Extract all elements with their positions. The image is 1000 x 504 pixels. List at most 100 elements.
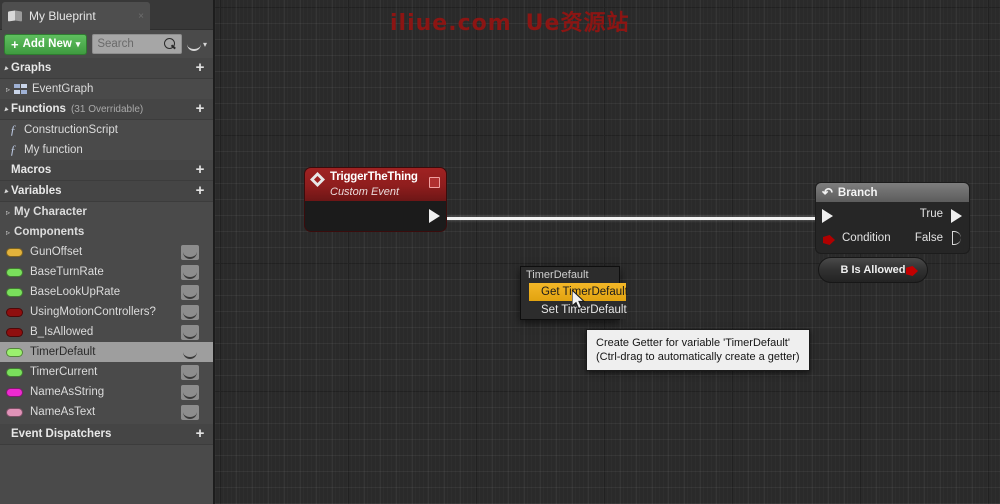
tree-item-constructionscript[interactable]: ƒ ConstructionScript (0, 120, 213, 140)
variable-row[interactable]: BaseLookUpRate (0, 282, 213, 302)
node-body: Condition True False (815, 202, 970, 254)
variable-row[interactable]: NameAsString (0, 382, 213, 402)
tree-item-label: My function (24, 144, 83, 156)
add-new-label: Add New (23, 38, 72, 50)
node-trigger-the-thing[interactable]: TriggerTheThing Custom Event (304, 167, 447, 232)
node-branch[interactable]: ↶ Branch Condition True False (815, 182, 970, 254)
variable-visibility-toggle[interactable] (181, 345, 199, 360)
bool-out-pin[interactable] (906, 266, 918, 276)
variable-visibility-toggle[interactable] (181, 365, 199, 380)
visibility-filter-button[interactable]: ▾ (187, 40, 209, 49)
tree-item-components[interactable]: ▹ Components (0, 222, 213, 242)
variable-visibility-toggle[interactable] (181, 305, 199, 320)
chevron-down-icon: ▾ (76, 39, 81, 50)
node-b-is-allowed-getter[interactable]: B Is Allowed (818, 257, 928, 283)
true-label: True (920, 208, 943, 220)
section-label: Graphs (11, 62, 51, 74)
expander-icon: ▾ (1, 104, 10, 113)
watermark: iliue.comUe资源站 (390, 5, 629, 37)
eye-closed-icon (183, 288, 197, 297)
plus-icon: + (11, 38, 19, 51)
expander-icon: ▾ (1, 186, 10, 195)
tree-item-eventgraph[interactable]: ▹ EventGraph (0, 79, 213, 99)
tree-item-my-function[interactable]: ƒ My function (0, 140, 213, 160)
eye-closed-icon (187, 40, 201, 49)
variable-name: GunOffset (30, 246, 82, 258)
blueprint-editor-window: iliue.comUe资源站 TriggerTheThing Custom Ev… (0, 0, 1000, 504)
section-sublabel: (31 Overridable) (71, 104, 143, 115)
add-new-button[interactable]: + Add New ▾ (4, 34, 87, 55)
exec-in-pin[interactable] (822, 209, 833, 223)
condition-pin[interactable] (823, 235, 835, 245)
true-exec-pin[interactable] (951, 209, 962, 223)
close-icon[interactable]: × (138, 11, 144, 22)
blueprint-book-icon (8, 10, 23, 22)
variable-row[interactable]: NameAsText (0, 402, 213, 422)
variable-row[interactable]: GunOffset (0, 242, 213, 262)
variable-type-pill (6, 348, 23, 357)
tooltip-line-1: Create Getter for variable 'TimerDefault… (596, 336, 800, 350)
mouse-cursor-icon (572, 290, 588, 312)
section-event-dispatchers[interactable]: Event Dispatchers + (0, 424, 213, 445)
variable-row[interactable]: TimerDefault (0, 342, 213, 362)
eye-closed-icon (183, 348, 197, 357)
variable-row[interactable]: UsingMotionControllers? (0, 302, 213, 322)
eye-closed-icon (183, 248, 197, 257)
function-icon: ƒ (6, 142, 20, 158)
variable-visibility-toggle[interactable] (181, 405, 199, 420)
expander-icon[interactable]: ▹ (6, 228, 10, 237)
expander-icon[interactable]: ▹ (6, 208, 10, 217)
add-function-button[interactable]: + (193, 102, 207, 116)
exec-wire (447, 217, 822, 220)
section-graphs[interactable]: ▾ Graphs + (0, 58, 213, 79)
node-title: TriggerTheThing (330, 171, 418, 184)
variable-type-pill (6, 388, 23, 397)
section-label: Macros (11, 164, 51, 176)
variable-visibility-toggle[interactable] (181, 285, 199, 300)
variable-type-pill (6, 288, 23, 297)
variable-visibility-toggle[interactable] (181, 325, 199, 340)
false-label: False (915, 232, 943, 244)
tree-item-label: Components (14, 226, 84, 238)
add-event-dispatcher-button[interactable]: + (193, 427, 207, 441)
add-graph-button[interactable]: + (193, 61, 207, 75)
eye-closed-icon (183, 368, 197, 377)
tree-item-label: EventGraph (32, 83, 93, 95)
blueprint-tree: ▾ Graphs + ▹ EventGraph ▾ Functions (31 … (0, 58, 213, 504)
exec-out-pin[interactable] (429, 209, 440, 223)
variable-name: UsingMotionControllers? (30, 306, 156, 318)
node-title: Branch (838, 187, 878, 199)
node-header: TriggerTheThing Custom Event (304, 167, 447, 201)
section-macros[interactable]: Macros + (0, 160, 213, 181)
variable-visibility-toggle[interactable] (181, 385, 199, 400)
collapse-box-icon[interactable] (429, 177, 440, 188)
variable-list: GunOffset BaseTurnRate BaseLookUpRate Using… (0, 242, 213, 422)
section-label: Event Dispatchers (11, 428, 111, 440)
watermark-right: Ue资源站 (526, 11, 630, 36)
tree-item-my-character[interactable]: ▹ My Character (0, 202, 213, 222)
false-exec-pin[interactable] (952, 231, 961, 245)
variable-name: BaseTurnRate (30, 266, 104, 278)
variable-type-pill (6, 248, 23, 257)
variable-drop-context-menu[interactable]: TimerDefault Get TimerDefault Set TimerD… (520, 266, 620, 320)
variable-visibility-toggle[interactable] (181, 245, 199, 260)
search-placeholder: Search (97, 38, 164, 50)
variable-visibility-toggle[interactable] (181, 265, 199, 280)
tree-item-label: My Character (14, 206, 87, 218)
context-menu-header: TimerDefault (521, 267, 619, 283)
add-macro-button[interactable]: + (193, 163, 207, 177)
node-body (304, 201, 447, 232)
eye-closed-icon (183, 408, 197, 417)
section-label: Variables (11, 185, 62, 197)
section-functions[interactable]: ▾ Functions (31 Overridable) + (0, 99, 213, 120)
variable-row[interactable]: BaseTurnRate (0, 262, 213, 282)
section-variables[interactable]: ▾ Variables + (0, 181, 213, 202)
tab-my-blueprint[interactable]: My Blueprint × (2, 2, 150, 30)
expander-icon[interactable]: ▹ (6, 85, 10, 94)
search-input[interactable]: Search (92, 34, 182, 54)
variable-name: BaseLookUpRate (30, 286, 120, 298)
eye-closed-icon (183, 388, 197, 397)
variable-row[interactable]: B_IsAllowed (0, 322, 213, 342)
add-variable-button[interactable]: + (193, 184, 207, 198)
variable-row[interactable]: TimerCurrent (0, 362, 213, 382)
